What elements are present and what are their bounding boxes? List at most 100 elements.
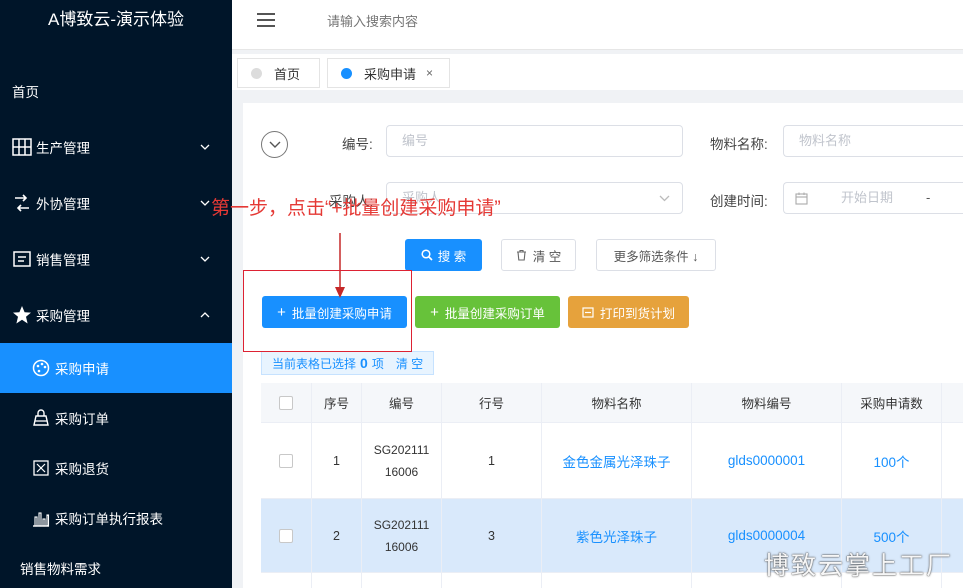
sale-icon — [12, 249, 32, 269]
chevron-down-icon — [200, 200, 210, 206]
chart-icon — [32, 509, 50, 527]
sidebar-item-label: 销售管理 — [36, 253, 90, 268]
share-icon — [12, 193, 32, 213]
date-start-placeholder: 开始日期 — [841, 190, 894, 205]
cell-overflow — [942, 423, 963, 499]
tab-label: 首页 — [274, 66, 301, 82]
annotation-text: 第一步，点击“+批量创建采购申请” — [211, 198, 501, 219]
selection-info: 当前表格已选择 0 项 清 空 — [261, 351, 434, 375]
chevron-up-icon — [200, 312, 210, 318]
checkbox[interactable] — [279, 453, 293, 468]
filter-no-label: 编号: — [342, 137, 373, 152]
sidebar-item-label: 销售物料需求 — [20, 562, 101, 577]
plus-icon: + — [430, 303, 439, 321]
sidebar: A博致云-演示体验 首页 生产管理 外协管理 销售管理 采购管理 采购申请 采购… — [0, 0, 232, 588]
sidebar-subitem-label: 采购订单 — [55, 412, 109, 427]
batch-create-order-label: 批量创建采购订单 — [444, 306, 545, 321]
cell-material-no[interactable]: glds0000001 — [692, 423, 842, 499]
table-header-overflow — [942, 383, 963, 423]
cell-material-name[interactable]: 紫色光泽珠子 — [542, 499, 692, 573]
cell-code-line1: SG202111 — [373, 517, 430, 532]
tab-label: 采购申请 — [364, 66, 417, 82]
trash-icon — [516, 249, 526, 261]
cell-code: SG202111 16006 — [362, 499, 442, 573]
chevron-down-icon — [200, 256, 210, 262]
row-select-cell[interactable] — [261, 423, 312, 499]
table-header: 行号 — [442, 383, 542, 423]
tabs-bar: 首页 采购申请 × — [232, 54, 963, 90]
top-bar — [232, 0, 963, 50]
table-header: 物料编号 — [692, 383, 842, 423]
menu-toggle-icon[interactable] — [257, 13, 277, 29]
collapse-filter-button[interactable] — [261, 131, 288, 158]
print-arrival-plan-label: 打印到货计划 — [599, 306, 675, 321]
watermark: 博致云掌上工厂 — [763, 552, 953, 580]
table-header: 序号 — [312, 383, 362, 423]
tab-home[interactable]: 首页 — [237, 58, 320, 88]
print-arrival-plan-button[interactable]: 打印到货计划 — [568, 296, 689, 328]
row-partial — [312, 573, 362, 588]
filter-material-input[interactable]: 物料名称 — [783, 125, 963, 157]
row-partial — [542, 573, 692, 588]
chevron-down-icon — [200, 144, 210, 150]
clear-button-label: 清 空 — [532, 249, 562, 264]
clear-button[interactable]: 清 空 — [501, 239, 576, 271]
grid-icon — [12, 137, 32, 157]
search-icon — [421, 249, 433, 261]
tab-dot-icon — [341, 67, 352, 79]
more-filters-button[interactable]: 更多筛选条件 ↓ — [596, 239, 716, 271]
date-separator: - — [926, 190, 931, 205]
selection-clear-link[interactable]: 清 空 — [396, 355, 423, 372]
more-filters-label: 更多筛选条件 ↓ — [613, 249, 699, 264]
sidebar-subitem-label: 采购订单执行报表 — [55, 512, 163, 527]
cell-code: SG202111 16006 — [362, 423, 442, 499]
tab-purchase-request[interactable]: 采购申请 × — [327, 58, 450, 88]
filter-created-label: 创建时间: — [710, 194, 768, 209]
row-partial — [442, 573, 542, 588]
sidebar-subitem-label: 采购申请 — [55, 362, 109, 377]
table-header: 物料名称 — [542, 383, 692, 423]
palette-icon — [32, 359, 50, 377]
sidebar-item-outsourcing[interactable]: 外协管理 — [0, 178, 232, 228]
sidebar-item-sales[interactable]: 销售管理 — [0, 234, 232, 284]
checkbox[interactable] — [279, 395, 293, 410]
selection-count: 0 — [360, 355, 368, 371]
close-icon[interactable]: × — [426, 66, 433, 80]
header-select-all[interactable] — [261, 383, 312, 423]
print-icon — [582, 306, 594, 318]
sidebar-item-purchase[interactable]: 采购管理 — [0, 290, 232, 340]
sidebar-item-label: 外协管理 — [36, 197, 90, 212]
row-partial — [362, 573, 442, 588]
cell-seq: 2 — [312, 499, 362, 573]
sidebar-subitem-purchase-order[interactable]: 采购订单 — [0, 393, 232, 443]
chevron-down-icon — [269, 141, 280, 148]
checkbox[interactable] — [279, 528, 293, 543]
filter-no-input[interactable]: 编号 — [386, 125, 683, 157]
sidebar-subitem-purchase-request[interactable]: 采购申请 — [0, 343, 232, 393]
sidebar-item-label: 首页 — [12, 85, 39, 100]
cell-code-line2: 16006 — [384, 539, 419, 554]
sidebar-subitem-order-report[interactable]: 采购订单执行报表 — [0, 493, 232, 543]
star-icon — [12, 305, 32, 325]
cell-code-line1: SG202111 — [373, 442, 430, 457]
filter-material-label: 物料名称: — [710, 137, 768, 152]
batch-create-order-button[interactable]: + 批量创建采购订单 — [415, 296, 560, 328]
cell-material-name[interactable]: 金色金属光泽珠子 — [542, 423, 692, 499]
sidebar-subitem-purchase-return[interactable]: 采购退货 — [0, 443, 232, 493]
sidebar-item-label: 采购管理 — [36, 309, 90, 324]
cell-seq: 1 — [312, 423, 362, 499]
annotation-highlight-box — [243, 270, 412, 352]
selection-suffix: 项 — [371, 356, 384, 371]
global-search-input[interactable] — [327, 10, 627, 32]
filter-date-range[interactable]: 开始日期 - — [783, 182, 963, 214]
search-button[interactable]: 搜 索 — [405, 239, 482, 271]
sidebar-item-production[interactable]: 生产管理 — [0, 122, 232, 172]
sidebar-subitem-label: 采购退货 — [55, 462, 109, 477]
tab-dot-icon — [251, 67, 262, 79]
row-select-cell[interactable] — [261, 499, 312, 573]
sidebar-item-sales-material[interactable]: 销售物料需求 — [0, 543, 232, 588]
sidebar-item-home[interactable]: 首页 — [0, 66, 232, 116]
table-header: 采购申请数 — [842, 383, 942, 423]
cell-request-qty[interactable]: 100个 — [842, 423, 942, 499]
return-icon — [32, 459, 50, 477]
